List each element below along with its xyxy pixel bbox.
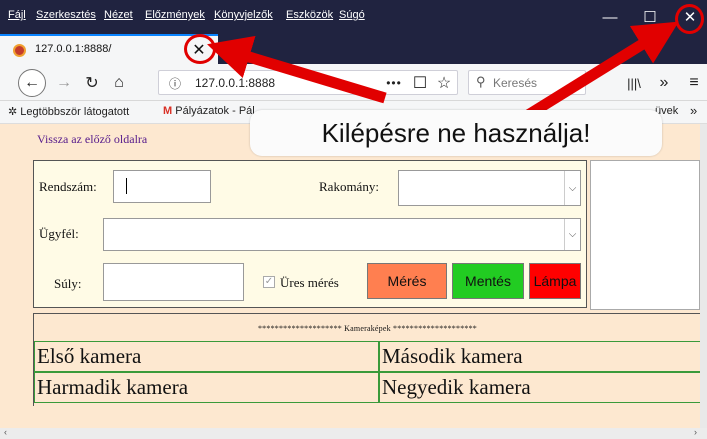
menu-bookmarks[interactable]: Könyvjelzők [214,9,273,21]
search-icon: ⚲ [476,74,486,89]
tab-bar: 127.0.0.1:8888/ ✕ + [0,34,707,64]
star-icon: ☆ [436,75,452,92]
search-placeholder: Keresés [493,76,538,90]
save-button[interactable]: Mentés [452,263,524,299]
bookmark-most-visited[interactable]: ✲ Legtöbbször látogatott [8,105,129,118]
home-icon: ⌂ [114,74,124,91]
minimize-icon: — [602,8,618,26]
camera-header: ******************** Kameraképek *******… [257,324,478,333]
maximize-icon: ☐ [643,9,657,26]
camera-2-cell: Második kamera [379,341,701,372]
reload-button[interactable]: ↻ [80,71,104,95]
library-icon: |||\ [627,75,641,91]
arrow-left-icon: ← [24,74,40,91]
pocket-button[interactable]: ☐ [408,71,432,95]
client-label: Ügyfél: [39,226,79,241]
search-box[interactable]: ⚲ Keresés [468,70,586,95]
vertical-scrollbar[interactable] [700,124,707,428]
bookmark-label: Legtöbbször látogatott [20,106,130,118]
menu-bar: Fájl Szerkesztés Nézet Előzmények Könyvj… [0,0,707,34]
text-cursor [126,178,127,194]
menu-file[interactable]: Fájl [8,9,26,21]
arrow-right-icon: → [56,74,72,91]
gear-icon: ✲ [8,106,18,118]
tab-close-highlight-circle [184,34,216,64]
menu-view[interactable]: Nézet [104,9,133,21]
menu-icon: ≡ [689,74,699,91]
favicon-icon [13,44,26,57]
back-button[interactable]: ← [18,69,46,97]
tab-title: 127.0.0.1:8888/ [35,43,112,55]
reload-icon: ↻ [85,75,99,92]
chevron-down-icon: ⌵ [564,171,580,205]
weight-label: Súly: [54,276,82,291]
plate-input[interactable] [113,170,211,203]
info-icon[interactable]: ⓘ [169,75,181,92]
home-button[interactable]: ⌂ [107,71,131,95]
library-button[interactable]: |||\ [622,71,646,95]
horizontal-scrollbar[interactable]: ‹ › [0,427,707,439]
maximize-button[interactable]: ☐ [630,0,670,34]
gmail-icon: M [163,105,173,117]
url-text[interactable]: 127.0.0.1:8888 [195,76,275,90]
warning-callout: Kilépésre ne használja! [250,110,662,156]
page-content: Vissza az előző oldalra Rendszám: Rakomá… [0,124,701,428]
bookmark-palyazatok[interactable]: M Pályázatok - Pál [163,105,255,117]
forward-button[interactable]: → [52,71,76,95]
new-tab-button[interactable]: + [222,36,244,62]
weighing-form: Rendszám: Rakomány: ⌵ Ügyfél: ⌵ Súly: ✓ … [33,160,587,308]
menu-history[interactable]: Előzmények [145,9,205,21]
measure-button[interactable]: Mérés [367,263,447,299]
navigation-bar: ← → ↻ ⌂ ⓘ 127.0.0.1:8888 ••• ☐ ☆ ⚲ Keres… [0,64,707,101]
client-select[interactable]: ⌵ [103,218,581,251]
bookmark-label: Pályázatok - Pál [175,105,255,117]
weight-input[interactable] [103,263,244,301]
overflow-button[interactable]: » [652,71,676,95]
empty-measure-checkbox[interactable]: ✓ [263,276,275,288]
bookmark-star-button[interactable]: ☆ [432,71,456,95]
camera-1-cell: Első kamera [34,341,379,372]
back-link[interactable]: Vissza az előző oldalra [37,132,147,147]
cargo-select[interactable]: ⌵ [398,170,581,206]
minimize-button[interactable]: — [590,0,630,34]
camera-panel: ******************** Kameraképek *******… [33,313,701,406]
page-actions-button[interactable]: ••• [382,71,406,95]
cargo-label: Rakomány: [319,179,379,194]
pocket-icon: ☐ [412,75,428,92]
scroll-left-icon[interactable]: ‹ [4,427,7,437]
menu-tools[interactable]: Eszközök [286,9,333,21]
menu-edit[interactable]: Szerkesztés [36,9,96,21]
empty-measure-label: Üres mérés [280,275,339,290]
chevron-down-icon: ⌵ [564,219,580,250]
plate-label: Rendszám: [39,179,97,194]
camera-4-cell: Negyedik kamera [379,372,701,403]
window-close-highlight-circle [675,4,704,34]
menu-help[interactable]: Súgó [339,9,365,21]
side-textarea[interactable] [590,160,700,310]
lamp-button[interactable]: Lámpa [529,263,581,299]
chevron-double-right-icon: » [659,74,669,91]
browser-window: Fájl Szerkesztés Nézet Előzmények Könyvj… [0,0,707,439]
scroll-right-icon[interactable]: › [694,427,697,437]
camera-3-cell: Harmadik kamera [34,372,379,403]
bookmarks-overflow-button[interactable]: » [690,103,697,118]
hamburger-menu-button[interactable]: ≡ [682,71,706,95]
